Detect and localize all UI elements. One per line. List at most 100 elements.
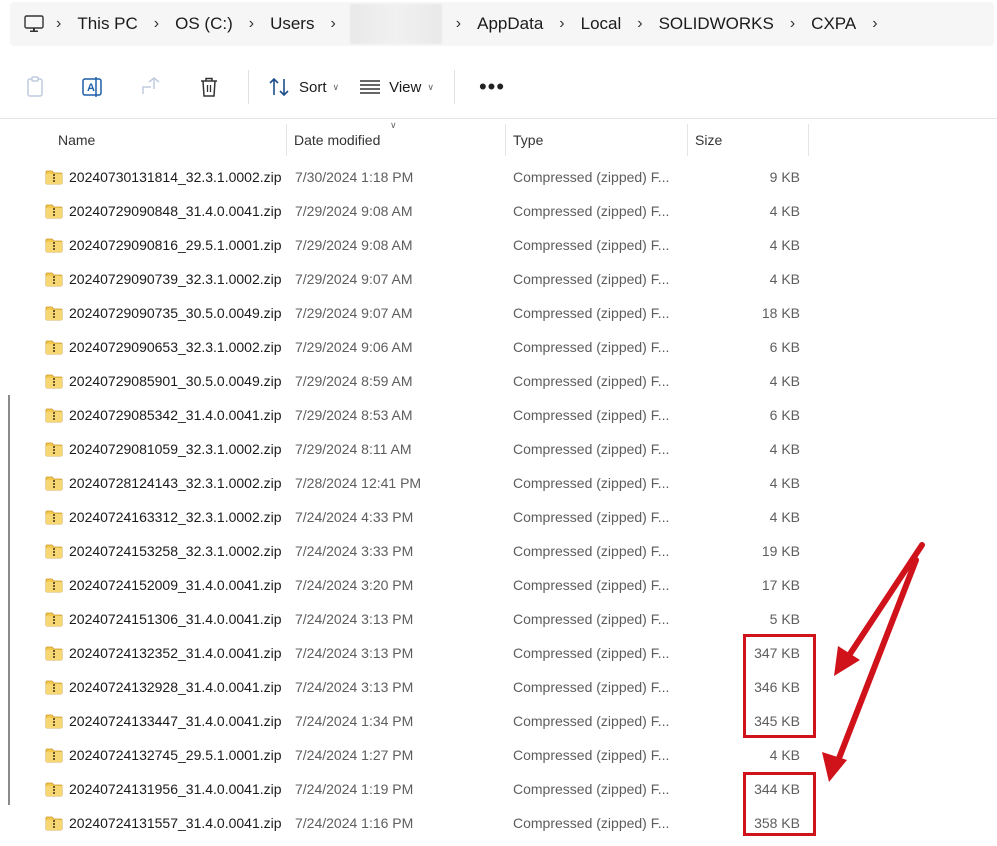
file-row[interactable]: 20240724132928_31.4.0.0041.zip 7/24/2024 … <box>18 670 813 704</box>
chevron-right-icon[interactable]: › <box>631 15 648 33</box>
file-row[interactable]: 20240724153258_32.3.1.0002.zip 7/24/2024 … <box>18 534 813 568</box>
navigation-pane-scrollbar[interactable] <box>8 395 10 805</box>
file-date-modified: 7/24/2024 3:13 PM <box>295 645 414 661</box>
file-size: 4 KB <box>769 441 800 457</box>
file-row[interactable]: 20240724132352_31.4.0.0041.zip 7/24/2024 … <box>18 636 813 670</box>
file-size: 6 KB <box>769 339 800 355</box>
chevron-right-icon[interactable]: › <box>866 15 883 33</box>
sort-indicator-icon: ∨ <box>390 120 397 130</box>
file-date-modified: 7/29/2024 9:08 AM <box>295 237 413 253</box>
file-type: Compressed (zipped) F... <box>513 747 670 763</box>
column-header-row: Name ∨ Date modified Type Size <box>18 120 813 156</box>
zip-folder-icon <box>45 475 63 494</box>
zip-folder-icon <box>45 645 63 664</box>
file-row[interactable]: 20240729085342_31.4.0.0041.zip 7/29/2024 … <box>18 398 813 432</box>
file-size: 5 KB <box>769 611 800 627</box>
breadcrumb-solidworks[interactable]: SOLIDWORKS <box>649 14 784 34</box>
file-row[interactable]: 20240729085901_30.5.0.0049.zip 7/29/2024 … <box>18 364 813 398</box>
paste-button[interactable] <box>6 67 64 107</box>
file-type: Compressed (zipped) F... <box>513 407 670 423</box>
column-divider[interactable] <box>808 124 809 156</box>
zip-folder-icon <box>45 747 63 766</box>
chevron-right-icon[interactable]: › <box>148 15 165 33</box>
file-row[interactable]: 20240724131956_31.4.0.0041.zip 7/24/2024 … <box>18 772 813 806</box>
file-name: 20240729090848_31.4.0.0041.zip <box>69 203 282 219</box>
chevron-right-icon[interactable]: › <box>50 15 67 33</box>
column-divider[interactable] <box>286 124 287 156</box>
chevron-right-icon[interactable]: › <box>243 15 260 33</box>
file-name: 20240724132352_31.4.0.0041.zip <box>69 645 282 661</box>
file-row[interactable]: 20240729090848_31.4.0.0041.zip 7/29/2024 … <box>18 194 813 228</box>
file-type: Compressed (zipped) F... <box>513 781 670 797</box>
breadcrumb-appdata[interactable]: AppData <box>467 14 553 34</box>
file-name: 20240729090653_32.3.1.0002.zip <box>69 339 282 355</box>
sort-label: Sort <box>299 78 327 96</box>
column-header-name[interactable]: Name <box>58 124 95 156</box>
file-row[interactable]: 20240729090816_29.5.1.0001.zip 7/29/2024 … <box>18 228 813 262</box>
breadcrumb-users[interactable]: Users <box>260 14 324 34</box>
file-row[interactable]: 20240730131814_32.3.1.0002.zip 7/30/2024 … <box>18 160 813 194</box>
chevron-right-icon[interactable]: › <box>784 15 801 33</box>
file-date-modified: 7/24/2024 1:27 PM <box>295 747 414 763</box>
column-header-date-modified[interactable]: Date modified <box>294 124 380 156</box>
file-name: 20240729081059_32.3.1.0002.zip <box>69 441 282 457</box>
breadcrumb-os-drive[interactable]: OS (C:) <box>165 14 243 34</box>
breadcrumb-redacted-username[interactable] <box>349 4 442 44</box>
file-date-modified: 7/24/2024 1:34 PM <box>295 713 414 729</box>
file-row[interactable]: 20240724152009_31.4.0.0041.zip 7/24/2024 … <box>18 568 813 602</box>
view-menu-button[interactable]: View ∨ <box>349 67 444 107</box>
file-date-modified: 7/24/2024 1:19 PM <box>295 781 414 797</box>
file-date-modified: 7/29/2024 8:59 AM <box>295 373 413 389</box>
file-name: 20240724153258_32.3.1.0002.zip <box>69 543 282 559</box>
breadcrumb-this-pc[interactable]: This PC <box>67 14 147 34</box>
file-type: Compressed (zipped) F... <box>513 645 670 661</box>
breadcrumb-cxpa[interactable]: CXPA <box>801 14 866 34</box>
file-name: 20240724152009_31.4.0.0041.zip <box>69 577 282 593</box>
file-size: 6 KB <box>769 407 800 423</box>
file-size: 4 KB <box>769 747 800 763</box>
file-row[interactable]: 20240724131557_31.4.0.0041.zip 7/24/2024 … <box>18 806 813 840</box>
computer-icon[interactable] <box>24 15 44 33</box>
more-options-button[interactable]: ••• <box>465 76 519 98</box>
view-label: View <box>389 78 422 96</box>
share-button[interactable] <box>122 67 180 107</box>
clipboard-icon <box>27 76 43 97</box>
zip-folder-icon <box>45 611 63 630</box>
arrow-to-top-box-icon <box>834 542 925 676</box>
file-name: 20240729085342_31.4.0.0041.zip <box>69 407 282 423</box>
file-row[interactable]: 20240724151306_31.4.0.0041.zip 7/24/2024 … <box>18 602 813 636</box>
file-type: Compressed (zipped) F... <box>513 815 670 831</box>
file-date-modified: 7/29/2024 9:08 AM <box>295 203 413 219</box>
chevron-right-icon[interactable]: › <box>553 15 570 33</box>
file-size: 18 KB <box>761 305 800 321</box>
breadcrumb-local[interactable]: Local <box>571 14 632 34</box>
rename-button[interactable]: A <box>64 67 122 107</box>
file-name: 20240730131814_32.3.1.0002.zip <box>69 169 282 185</box>
chevron-right-icon[interactable]: › <box>324 15 341 33</box>
file-type: Compressed (zipped) F... <box>513 305 670 321</box>
file-row[interactable]: 20240729090739_32.3.1.0002.zip 7/29/2024 … <box>18 262 813 296</box>
file-row[interactable]: 20240729081059_32.3.1.0002.zip 7/29/2024 … <box>18 432 813 466</box>
file-type: Compressed (zipped) F... <box>513 203 670 219</box>
file-list: 20240730131814_32.3.1.0002.zip 7/30/2024 … <box>18 160 813 840</box>
file-name: 20240724133447_31.4.0.0041.zip <box>69 713 282 729</box>
sort-menu-button[interactable]: Sort ∨ <box>259 67 349 107</box>
delete-button[interactable] <box>180 67 238 107</box>
zip-folder-icon <box>45 815 63 834</box>
column-divider[interactable] <box>687 124 688 156</box>
file-row[interactable]: 20240724132745_29.5.1.0001.zip 7/24/2024 … <box>18 738 813 772</box>
file-row[interactable]: 20240729090735_30.5.0.0049.zip 7/29/2024 … <box>18 296 813 330</box>
file-row[interactable]: 20240724133447_31.4.0.0041.zip 7/24/2024 … <box>18 704 813 738</box>
rename-icon: A <box>82 77 102 97</box>
address-bar[interactable]: › This PC › OS (C:) › Users › › AppData … <box>10 2 994 46</box>
file-date-modified: 7/24/2024 3:33 PM <box>295 543 414 559</box>
column-header-size[interactable]: Size <box>695 124 722 156</box>
file-row[interactable]: 20240729090653_32.3.1.0002.zip 7/29/2024 … <box>18 330 813 364</box>
chevron-down-icon: ∨ <box>332 81 340 92</box>
file-row[interactable]: 20240728124143_32.3.1.0002.zip 7/28/2024 … <box>18 466 813 500</box>
chevron-right-icon[interactable]: › <box>450 15 467 33</box>
column-divider[interactable] <box>505 124 506 156</box>
file-row[interactable]: 20240724163312_32.3.1.0002.zip 7/24/2024 … <box>18 500 813 534</box>
column-header-type[interactable]: Type <box>513 124 543 156</box>
zip-folder-icon <box>45 237 63 256</box>
